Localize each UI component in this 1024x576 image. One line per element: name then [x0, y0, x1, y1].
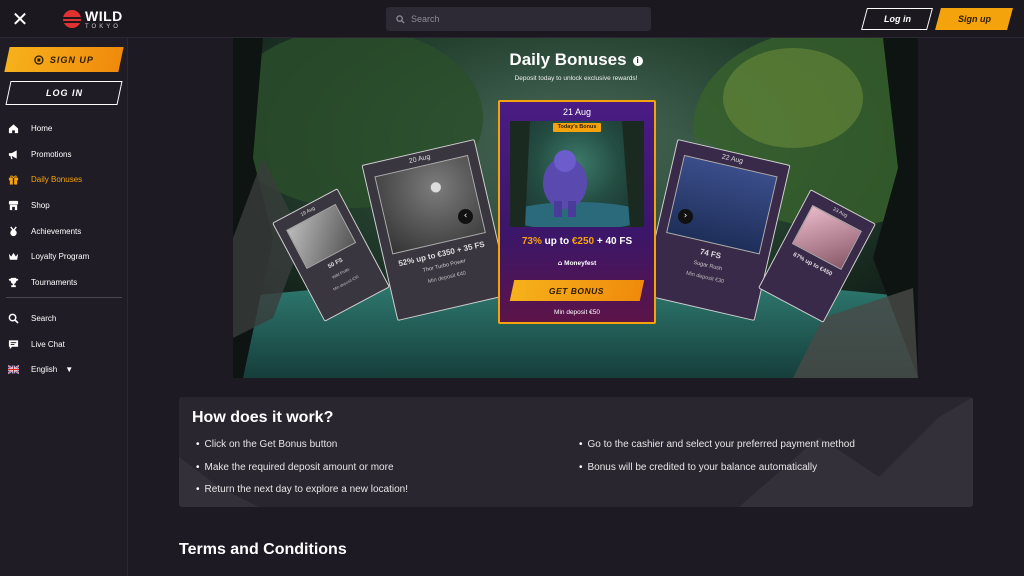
page-title: Daily Bonuses i [128, 50, 1024, 70]
how-steps-right: Go to the cashier and select your prefer… [579, 439, 855, 484]
carousel-prev-arrow[interactable]: ‹ [458, 209, 473, 224]
login-button-label: Log in [883, 14, 911, 24]
language-selector[interactable]: English ▼ [0, 357, 128, 383]
sidebar-item-label: Shop [31, 201, 50, 211]
sidebar: SIGN UP LOG IN Home Promotions Daily Bon… [0, 38, 128, 576]
get-bonus-button[interactable]: GET BONUS [509, 280, 645, 301]
medal-icon [8, 226, 19, 237]
logo-sun-icon [63, 10, 81, 28]
page-subtitle: Deposit today to unlock exclusive reward… [514, 75, 638, 82]
how-steps-left: Click on the Get Bonus button Make the r… [196, 439, 408, 507]
search-icon [396, 14, 405, 24]
sidebar-item-achievements[interactable]: Achievements [0, 218, 128, 244]
card-offer: 73% up to €250 + 40 FS [500, 236, 654, 247]
card-artwork [666, 154, 778, 255]
offer-percent: 73% [521, 236, 542, 247]
sidebar-item-home[interactable]: Home [0, 116, 128, 142]
sidebar-item-label: Promotions [31, 149, 72, 159]
search-bar[interactable] [386, 7, 651, 31]
sidebar-item-label: Daily Bonuses [31, 175, 83, 185]
sidebar-item-shop[interactable]: Shop [0, 193, 128, 219]
sidebar-signup-button[interactable]: SIGN UP [4, 47, 124, 72]
card-game-name: Moneyfest [564, 260, 597, 267]
sidebar-nav-secondary: Search Live Chat English ▼ [0, 306, 128, 383]
card-artwork [507, 121, 647, 230]
crown-icon [8, 251, 19, 262]
trophy-icon [8, 277, 19, 288]
chevron-down-icon: ▼ [65, 365, 74, 375]
signup-button-label: Sign up [957, 14, 991, 24]
sidebar-divider [6, 297, 122, 298]
search-input[interactable] [411, 14, 631, 24]
card-game: ⌂ Moneyfest [500, 259, 654, 267]
sidebar-item-search[interactable]: Search [0, 306, 128, 332]
logo[interactable]: WILD TOKYO [63, 8, 123, 30]
sidebar-nav: Home Promotions Daily Bonuses Shop Achie… [0, 116, 128, 295]
sidebar-item-promotions[interactable]: Promotions [0, 142, 128, 168]
main-content: Daily Bonuses i Deposit today to unlock e… [128, 38, 1024, 576]
close-icon[interactable]: ✕ [10, 9, 30, 29]
bonus-card-today[interactable]: 21 Aug Today's Bonus 73% up to €250 + 40… [498, 100, 656, 324]
sidebar-item-label: Live Chat [31, 339, 65, 349]
login-button[interactable]: Log in [861, 8, 933, 30]
sidebar-item-label: Home [31, 124, 53, 134]
sidebar-item-live-chat[interactable]: Live Chat [0, 332, 128, 358]
shop-icon [8, 200, 19, 211]
sidebar-item-loyalty[interactable]: Loyalty Program [0, 244, 128, 270]
sidebar-login-label: LOG IN [45, 88, 83, 98]
today-badge: Today's Bonus [553, 123, 601, 132]
how-step: Click on the Get Bonus button [196, 439, 408, 462]
home-icon [8, 123, 19, 134]
how-title: How does it work? [192, 409, 334, 426]
megaphone-icon [8, 149, 19, 160]
sidebar-item-label: Loyalty Program [31, 252, 90, 262]
signup-button[interactable]: Sign up [935, 8, 1013, 30]
offer-mid: up to [541, 236, 572, 247]
sidebar-item-label: Achievements [31, 226, 82, 236]
logo-sub: TOKYO [85, 23, 121, 30]
info-icon[interactable]: i [632, 55, 643, 66]
how-step: Make the required deposit amount or more [196, 462, 408, 485]
sidebar-item-label: Search [31, 314, 57, 324]
logo-word: WILD [85, 7, 123, 24]
terms-title: Terms and Conditions [179, 541, 347, 558]
sidebar-item-tournaments[interactable]: Tournaments [0, 270, 128, 296]
sidebar-item-label: Tournaments [31, 277, 78, 287]
uk-flag-icon [8, 364, 19, 375]
carousel-next-arrow[interactable]: › [678, 209, 693, 224]
gift-icon [8, 174, 19, 186]
chat-icon [8, 339, 19, 350]
offer-amount: €250 [571, 236, 595, 247]
how-step: Go to the cashier and select your prefer… [579, 439, 855, 462]
how-step: Return the next day to explore a new loc… [196, 484, 408, 507]
page-title-text: Daily Bonuses [509, 50, 627, 69]
sidebar-item-daily-bonuses[interactable]: Daily Bonuses [0, 167, 128, 193]
how-step: Bonus will be credited to your balance a… [579, 462, 855, 485]
sidebar-login-button[interactable]: LOG IN [5, 81, 123, 105]
offer-fs: + 40 FS [594, 236, 633, 247]
gamepad-icon: ⌂ [557, 259, 563, 267]
how-it-works-panel: How does it work? Click on the Get Bonus… [179, 397, 973, 507]
get-bonus-label: GET BONUS [549, 285, 605, 296]
search-icon [8, 313, 19, 324]
sidebar-signup-label: SIGN UP [49, 54, 94, 65]
coin-icon [34, 54, 44, 65]
language-label: English [31, 365, 58, 375]
card-artwork [374, 154, 486, 255]
card-date: 21 Aug [562, 107, 592, 117]
top-bar: ✕ WILD TOKYO Log in Sign up [0, 0, 1024, 38]
card-min-deposit: Min deposit €50 [554, 309, 600, 316]
